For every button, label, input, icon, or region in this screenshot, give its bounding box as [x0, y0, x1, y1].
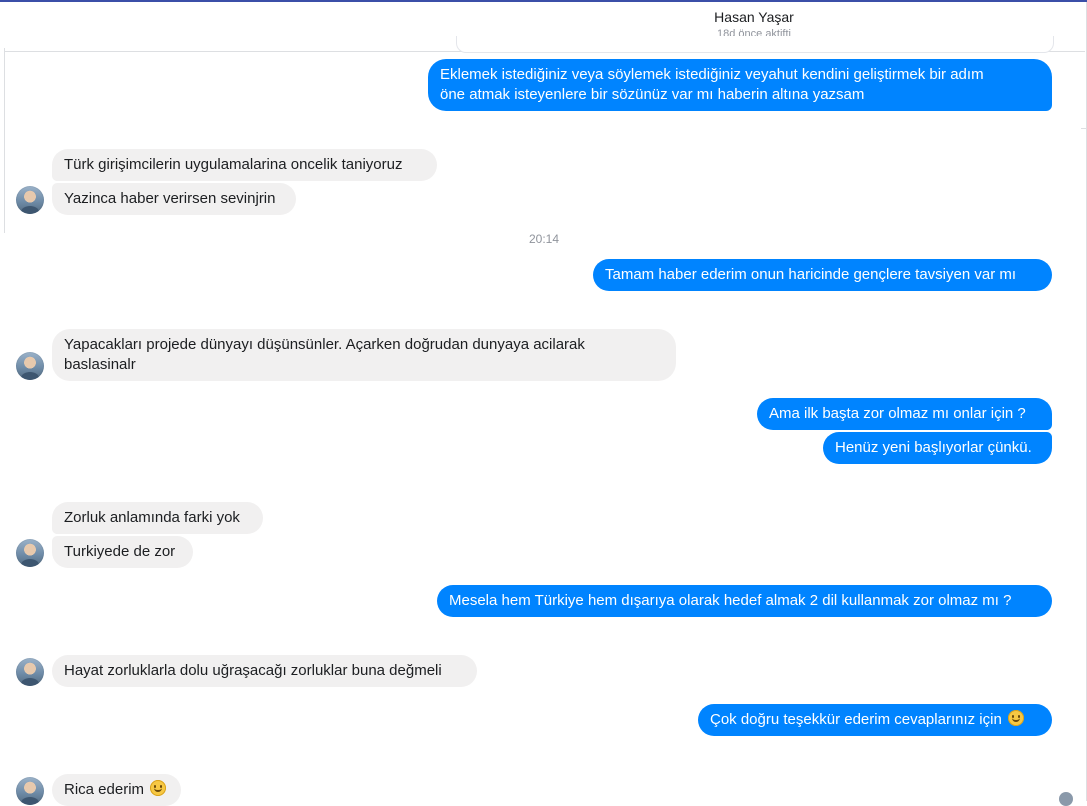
message-bubble-outgoing[interactable]: Eklemek istediğiniz veya söylemek istedi…	[428, 59, 1052, 111]
message-bubble-incoming[interactable]: Türk girişimcilerin uygulamalarina oncel…	[52, 149, 437, 181]
right-border-notch	[1081, 128, 1087, 129]
message-bubble-incoming[interactable]: Yapacakları projede dünyayı düşünsünler.…	[52, 329, 676, 381]
message-text: Çok doğru teşekkür ederim cevaplarınız i…	[710, 711, 1002, 728]
smile-emoji-icon	[150, 780, 167, 796]
message-bubble-incoming[interactable]: Zorluk anlamında farki yok	[52, 502, 263, 534]
contact-avatar[interactable]	[16, 352, 44, 380]
seen-indicator-avatar	[1059, 792, 1073, 806]
contact-avatar[interactable]	[16, 186, 44, 214]
message-bubble-incoming[interactable]: Rica ederim	[52, 774, 181, 806]
message-bubble-incoming[interactable]: Turkiyede de zor	[52, 536, 193, 568]
message-bubble-incoming[interactable]: Yazinca haber verirsen sevinjrin	[52, 183, 296, 215]
contact-name[interactable]: Hasan Yaşar	[654, 9, 854, 25]
message-timestamp: 20:14	[528, 232, 560, 246]
message-text: Rica ederim	[64, 781, 145, 798]
contact-avatar[interactable]	[16, 658, 44, 686]
message-bubble-outgoing[interactable]: Ama ilk başta zor olmaz mı onlar için ?	[757, 398, 1052, 430]
left-panel-edge	[0, 48, 5, 233]
contact-avatar[interactable]	[16, 539, 44, 567]
message-bubble-incoming[interactable]: Hayat zorluklarla dolu uğraşacağı zorluk…	[52, 655, 477, 687]
message-bubble-outgoing[interactable]: Mesela hem Türkiye hem dışarıya olarak h…	[437, 585, 1052, 617]
message-bubble-outgoing[interactable]: Çok doğru teşekkür ederim cevaplarınız i…	[698, 704, 1052, 736]
message-bubble-outgoing[interactable]: Tamam haber ederim onun haricinde gençle…	[593, 259, 1052, 291]
partially-visible-message	[456, 36, 1054, 53]
smile-emoji-icon	[1007, 710, 1024, 726]
message-bubble-outgoing[interactable]: Henüz yeni başlıyorlar çünkü.	[823, 432, 1052, 464]
